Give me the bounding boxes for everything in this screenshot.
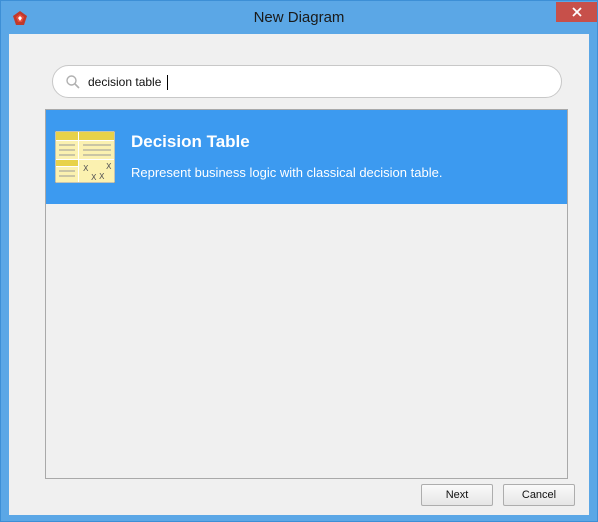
next-button[interactable]: Next [421, 484, 493, 506]
svg-text:X: X [83, 164, 89, 173]
list-item-decision-table[interactable]: X X X X Decision Table Represent busines… [46, 110, 567, 204]
search-field[interactable] [52, 65, 562, 98]
window-title: New Diagram [253, 9, 345, 26]
search-icon [66, 75, 80, 89]
title-bar[interactable]: New Diagram [1, 1, 597, 34]
svg-text:X: X [99, 172, 105, 181]
cancel-button[interactable]: Cancel [503, 484, 575, 506]
search-input[interactable] [88, 73, 548, 91]
item-description: Represent business logic with classical … [131, 165, 443, 180]
diagram-type-list[interactable]: X X X X Decision Table Represent busines… [45, 109, 568, 479]
text-caret [167, 75, 168, 90]
decision-table-thumbnail-icon: X X X X [55, 131, 115, 183]
new-diagram-dialog: New Diagram decision table X X X X Decis… [0, 0, 598, 522]
item-title: Decision Table [131, 132, 250, 151]
close-button[interactable] [556, 2, 597, 22]
dialog-content: X X X X Decision Table Represent busines… [9, 34, 589, 515]
svg-text:X: X [91, 173, 97, 182]
close-icon [571, 7, 582, 17]
svg-text:X: X [106, 162, 112, 171]
